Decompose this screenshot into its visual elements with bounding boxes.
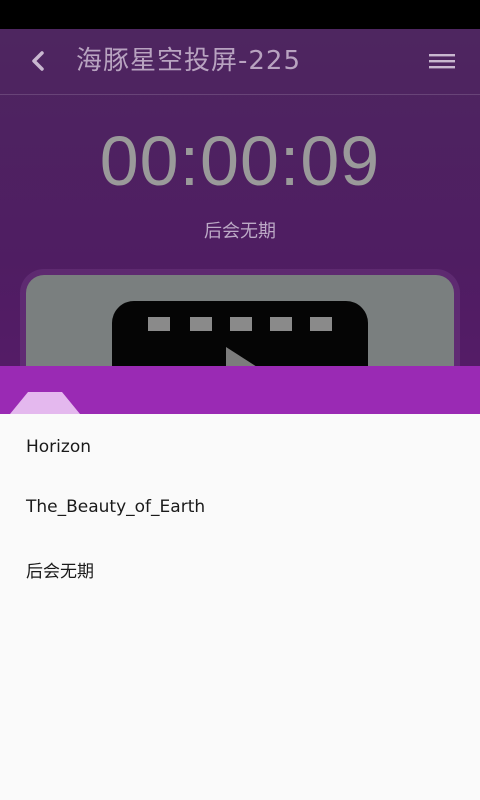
back-button[interactable]	[18, 41, 58, 81]
list-item-label: The_Beauty_of_Earth	[26, 497, 206, 517]
playlist-sheet: Horizon The_Beauty_of_Earth 后会无期	[0, 414, 480, 800]
current-track-name: 后会无期	[204, 221, 276, 242]
list-item[interactable]: The_Beauty_of_Earth	[0, 477, 480, 537]
hamburger-menu-icon	[429, 54, 455, 69]
elapsed-time: 00:00:09	[99, 122, 381, 200]
collapse-arrow-icon[interactable]	[10, 390, 80, 414]
page-title: 海豚星空投屏-225	[76, 46, 302, 76]
chevron-left-icon	[32, 51, 44, 71]
list-item-label: Horizon	[26, 437, 91, 457]
status-bar	[0, 0, 480, 29]
toolbar: 海豚星空投屏-225	[0, 29, 480, 95]
list-item-label: 后会无期	[26, 561, 94, 582]
list-item[interactable]: Horizon	[0, 417, 480, 477]
playlist-header-bar	[0, 366, 480, 414]
menu-button[interactable]	[420, 41, 464, 81]
list-item[interactable]: 后会无期	[0, 539, 480, 599]
